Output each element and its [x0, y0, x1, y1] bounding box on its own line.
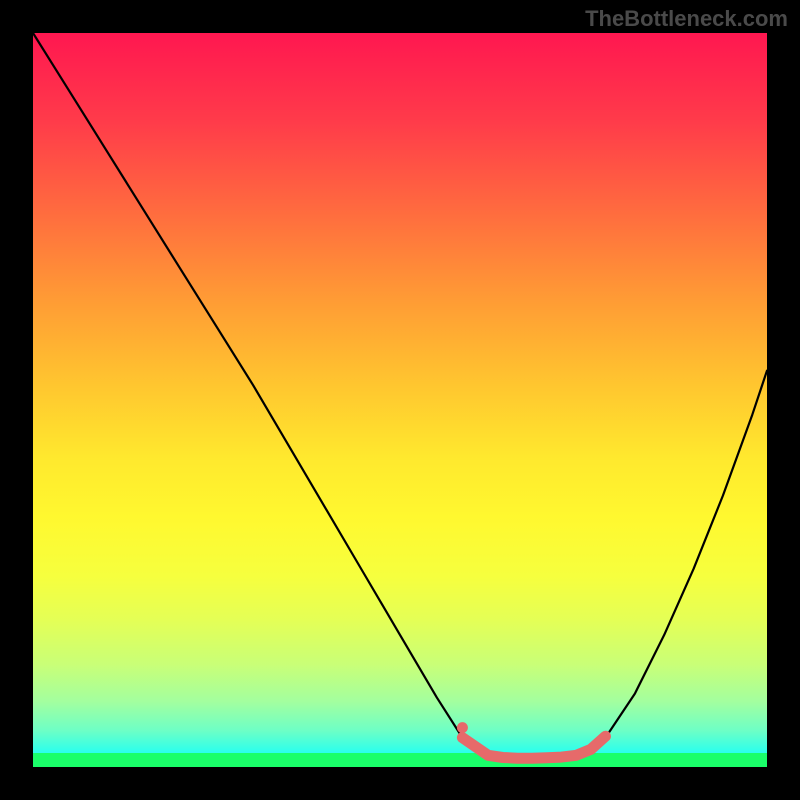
rollover-markers [457, 722, 606, 758]
chart-svg [33, 33, 767, 767]
chart-plot-area [33, 33, 767, 767]
bottleneck-curve [33, 33, 767, 758]
watermark-text: TheBottleneck.com [585, 6, 788, 32]
